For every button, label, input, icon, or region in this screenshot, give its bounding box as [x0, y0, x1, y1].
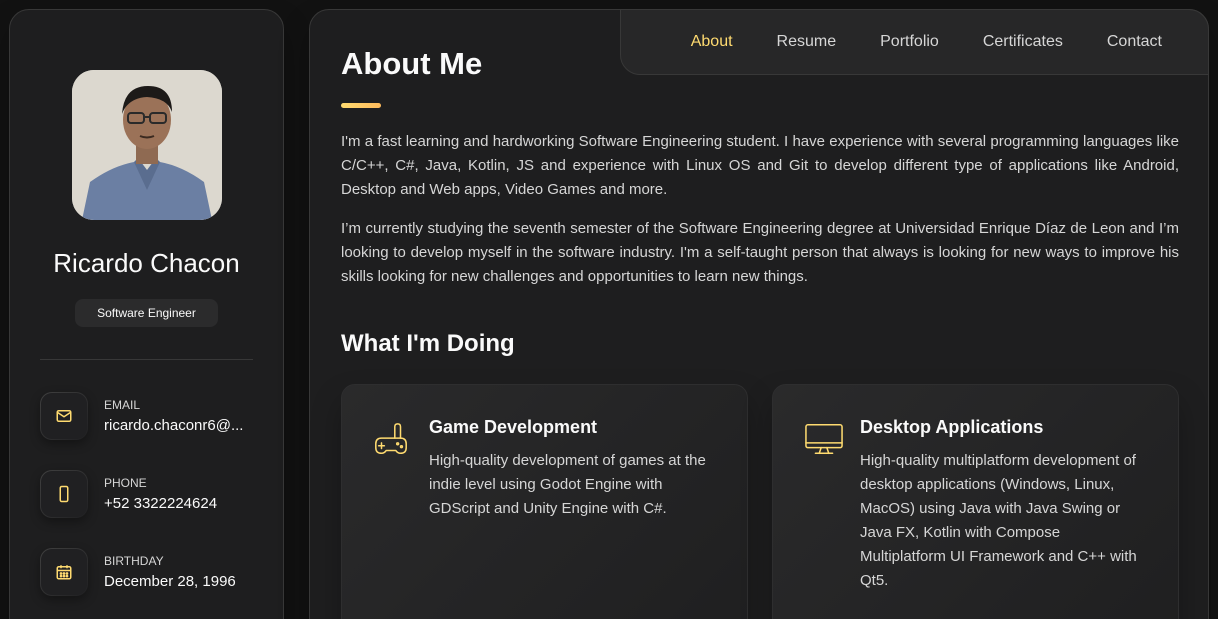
- birthday-value: December 28, 1996: [104, 573, 236, 590]
- sidebar-separator: [40, 359, 253, 360]
- contact-birthday: BIRTHDAY December 28, 1996: [40, 548, 270, 598]
- about-paragraph-2: I’m currently studying the seventh semes…: [341, 220, 1179, 285]
- nav-contact[interactable]: Contact: [1107, 33, 1162, 51]
- title-underline: [341, 103, 381, 108]
- service-card-game-development: Game Development High-quality developmen…: [341, 384, 748, 619]
- phone-link[interactable]: +52 3322224624: [104, 495, 217, 512]
- contact-email: EMAIL ricardo.chaconr6@...: [40, 392, 270, 442]
- service-card-desktop-applications: Desktop Applications High-quality multip…: [772, 384, 1179, 619]
- sidebar: Ricardo Chacon Software Engineer EMAIL r…: [9, 9, 284, 619]
- page-title: About Me: [341, 46, 483, 81]
- service-title: Desktop Applications: [860, 417, 1044, 437]
- contact-phone: PHONE +52 3322224624: [40, 470, 270, 520]
- services-heading: What I'm Doing: [341, 330, 515, 357]
- service-title: Game Development: [429, 417, 598, 437]
- profile-name: Ricardo Chacon: [53, 248, 240, 278]
- about-paragraph-1: I'm a fast learning and hardworking Soft…: [341, 133, 1179, 198]
- email-link[interactable]: ricardo.chaconr6@...: [104, 417, 243, 434]
- service-description: High-quality multiplatform development o…: [860, 452, 1137, 589]
- contact-label: BIRTHDAY: [104, 554, 164, 568]
- contact-label: EMAIL: [104, 398, 141, 412]
- nav-resume[interactable]: Resume: [777, 33, 837, 51]
- phone-icon: [40, 470, 88, 518]
- nav-certificates[interactable]: Certificates: [983, 33, 1063, 51]
- main-content: About Resume Portfolio Certificates Cont…: [309, 9, 1209, 619]
- profile-title-badge: Software Engineer: [75, 299, 218, 327]
- navbar: About Resume Portfolio Certificates Cont…: [620, 9, 1209, 75]
- avatar: [72, 70, 222, 220]
- mail-icon: [40, 392, 88, 440]
- calendar-icon: [40, 548, 88, 596]
- service-description: High-quality development of games at the…: [429, 452, 706, 517]
- monitor-icon: [803, 421, 845, 463]
- contact-label: PHONE: [104, 476, 147, 490]
- nav-portfolio[interactable]: Portfolio: [880, 33, 939, 51]
- nav-about[interactable]: About: [691, 33, 733, 51]
- gamepad-icon: [372, 421, 410, 463]
